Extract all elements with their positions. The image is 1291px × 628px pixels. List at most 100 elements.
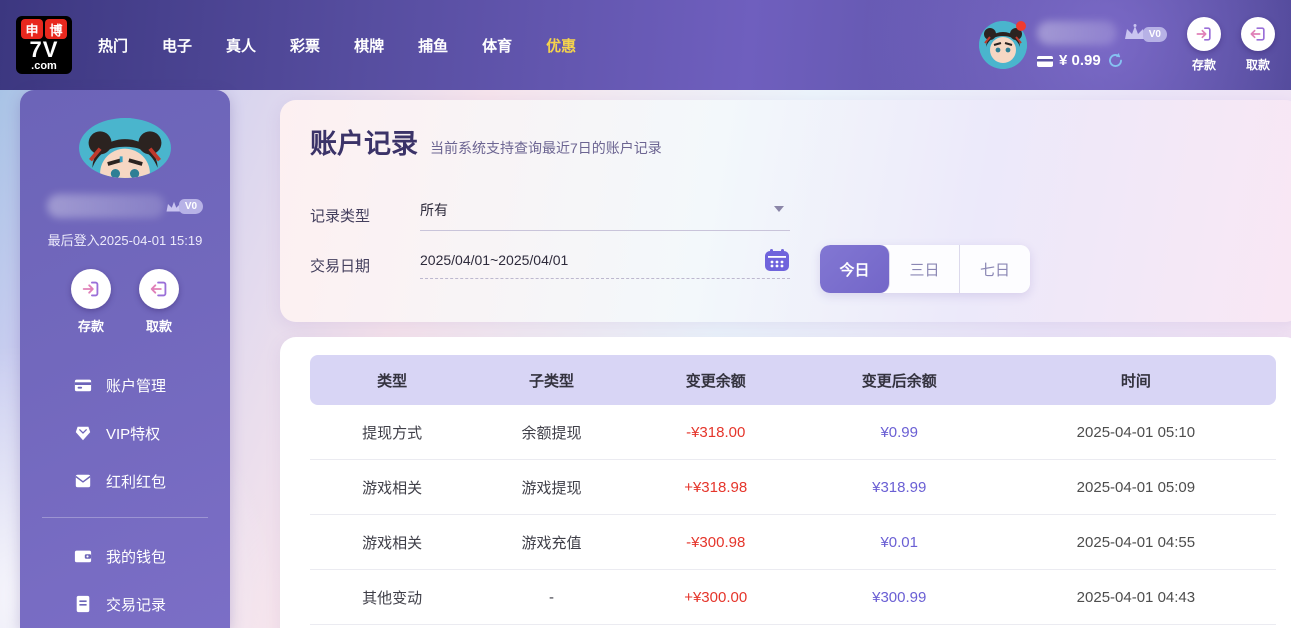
header-subtype: 子类型 — [474, 370, 629, 391]
sidebar: V0 最后登入2025-04-01 15:19 存款 取款 — [20, 90, 230, 628]
sidebar-deposit-label: 存款 — [78, 316, 104, 335]
username-blurred — [1037, 21, 1117, 45]
site-logo[interactable]: 申 博 7V .com — [16, 16, 72, 74]
logo-com: .com — [31, 61, 57, 72]
document-icon — [74, 595, 92, 613]
refresh-icon[interactable] — [1107, 52, 1124, 69]
record-type-select[interactable]: 所有 — [420, 200, 790, 231]
withdraw-icon — [1241, 17, 1275, 51]
sidebar-actions: 存款 取款 — [71, 269, 179, 335]
sidebar-withdraw-label: 取款 — [146, 316, 172, 335]
vip-level: V0 — [1123, 24, 1167, 42]
cell-subtype: 余额提现 — [474, 422, 629, 443]
main-menu: 热门 电子 真人 彩票 棋牌 捕鱼 体育 优惠 — [98, 35, 576, 56]
sidebar-deposit-button[interactable]: 存款 — [71, 269, 111, 335]
wallet-mini-icon — [1037, 54, 1053, 67]
quick-filter-7days[interactable]: 七日 — [960, 245, 1030, 293]
deposit-icon — [1187, 17, 1221, 51]
cell-change: +¥318.98 — [629, 479, 803, 496]
nav-item-promos[interactable]: 优惠 — [546, 35, 576, 56]
sidebar-item-label: 账户管理 — [106, 375, 166, 396]
table-row: 游戏相关 游戏提现 +¥318.98 ¥318.99 2025-04-01 05… — [310, 460, 1276, 515]
user-avatar[interactable] — [979, 21, 1027, 69]
sidebar-item-red-packet[interactable]: 红利红包 — [20, 457, 230, 505]
cell-change: -¥318.00 — [629, 424, 803, 441]
cell-time: 2025-04-01 04:43 — [996, 589, 1276, 606]
cell-change: +¥300.00 — [629, 589, 803, 606]
table-row: 游戏相关 游戏充值 -¥300.98 ¥0.01 2025-04-01 04:5… — [310, 515, 1276, 570]
sidebar-user-row: V0 — [47, 194, 203, 218]
sidebar-item-account-management[interactable]: 账户管理 — [20, 361, 230, 409]
nav-user-area: V0 ¥ 0.99 存款 — [979, 0, 1275, 90]
sidebar-avatar[interactable] — [79, 118, 171, 178]
sidebar-item-transaction-records[interactable]: 交易记录 — [20, 580, 230, 628]
top-nav: 申 博 7V .com 热门 电子 真人 彩票 棋牌 捕鱼 体育 优惠 — [0, 0, 1291, 90]
quick-filter-today[interactable]: 今日 — [820, 245, 890, 293]
vip-heart-icon — [74, 424, 92, 442]
sidebar-menu: 账户管理 VIP特权 红利红包 我的钱包 — [20, 361, 230, 628]
records-table-card: 类型 子类型 变更余额 变更后余额 时间 提现方式 余额提现 -¥318.00 … — [280, 337, 1291, 628]
cell-time: 2025-04-01 04:55 — [996, 534, 1276, 551]
sidebar-item-label: 我的钱包 — [106, 546, 166, 567]
date-range-value: 2025/04/01~2025/04/01 — [420, 252, 568, 268]
sidebar-vip-badge: V0 — [179, 199, 203, 214]
cell-type: 游戏相关 — [310, 477, 474, 498]
logo-7v: 7V — [30, 39, 59, 61]
nav-item-cards[interactable]: 棋牌 — [354, 35, 384, 56]
sidebar-item-label: VIP特权 — [106, 423, 160, 444]
deposit-button[interactable]: 存款 — [1187, 17, 1221, 73]
records-table: 类型 子类型 变更余额 变更后余额 时间 提现方式 余额提现 -¥318.00 … — [310, 355, 1276, 625]
nav-item-sports[interactable]: 体育 — [482, 35, 512, 56]
cell-after: ¥300.99 — [803, 589, 996, 606]
cell-type: 提现方式 — [310, 422, 474, 443]
sidebar-divider — [42, 517, 208, 518]
cell-type: 游戏相关 — [310, 532, 474, 553]
nav-item-fishing[interactable]: 捕鱼 — [418, 35, 448, 56]
balance-amount: ¥ 0.99 — [1059, 52, 1101, 69]
header-change: 变更余额 — [629, 370, 803, 391]
cell-subtype: - — [474, 589, 629, 606]
nav-item-live[interactable]: 真人 — [226, 35, 256, 56]
logo-top-row: 申 博 — [21, 19, 67, 39]
record-type-label: 记录类型 — [310, 205, 420, 226]
sidebar-item-label: 红利红包 — [106, 471, 166, 492]
sidebar-item-my-wallet[interactable]: 我的钱包 — [20, 532, 230, 580]
sidebar-item-vip[interactable]: VIP特权 — [20, 409, 230, 457]
sidebar-item-label: 交易记录 — [106, 594, 166, 615]
chevron-down-icon — [774, 206, 784, 212]
red-packet-icon — [74, 472, 92, 490]
cell-subtype: 游戏充值 — [474, 532, 629, 553]
last-login-text: 最后登入2025-04-01 15:19 — [48, 230, 203, 249]
page-subtitle: 当前系统支持查询最近7日的账户记录 — [430, 138, 662, 158]
cell-after: ¥0.01 — [803, 534, 996, 551]
sidebar-withdraw-button[interactable]: 取款 — [139, 269, 179, 335]
page-title: 账户记录 — [310, 122, 418, 161]
cell-subtype: 游戏提现 — [474, 477, 629, 498]
balance-row: ¥ 0.99 — [1037, 52, 1167, 69]
cell-type: 其他变动 — [310, 587, 474, 608]
cell-time: 2025-04-01 05:09 — [996, 479, 1276, 496]
quick-filter-3days[interactable]: 三日 — [890, 245, 960, 293]
withdraw-button[interactable]: 取款 — [1241, 17, 1275, 73]
notification-dot — [1016, 21, 1026, 31]
sidebar-vip-level: V0 — [165, 199, 203, 214]
wallet-icon — [74, 547, 92, 565]
cell-change: -¥300.98 — [629, 534, 803, 551]
account-records-panel: 账户记录 当前系统支持查询最近7日的账户记录 记录类型 所有 交易日期 2025… — [280, 100, 1291, 322]
sidebar-username-blurred — [47, 194, 165, 218]
date-quick-filter: 今日 三日 七日 — [820, 245, 1030, 293]
cell-after: ¥318.99 — [803, 479, 996, 496]
deposit-label: 存款 — [1192, 56, 1216, 73]
date-range-input[interactable]: 2025/04/01~2025/04/01 — [420, 252, 790, 279]
withdraw-label: 取款 — [1246, 56, 1270, 73]
header-type: 类型 — [310, 370, 474, 391]
nav-item-lottery[interactable]: 彩票 — [290, 35, 320, 56]
header-time: 时间 — [996, 370, 1276, 391]
nav-item-slots[interactable]: 电子 — [162, 35, 192, 56]
calendar-icon[interactable] — [764, 248, 790, 272]
cell-time: 2025-04-01 05:10 — [996, 424, 1276, 441]
nav-item-hot[interactable]: 热门 — [98, 35, 128, 56]
record-type-value: 所有 — [420, 202, 448, 218]
user-info: V0 ¥ 0.99 — [1037, 21, 1167, 69]
vip-badge: V0 — [1143, 27, 1167, 42]
